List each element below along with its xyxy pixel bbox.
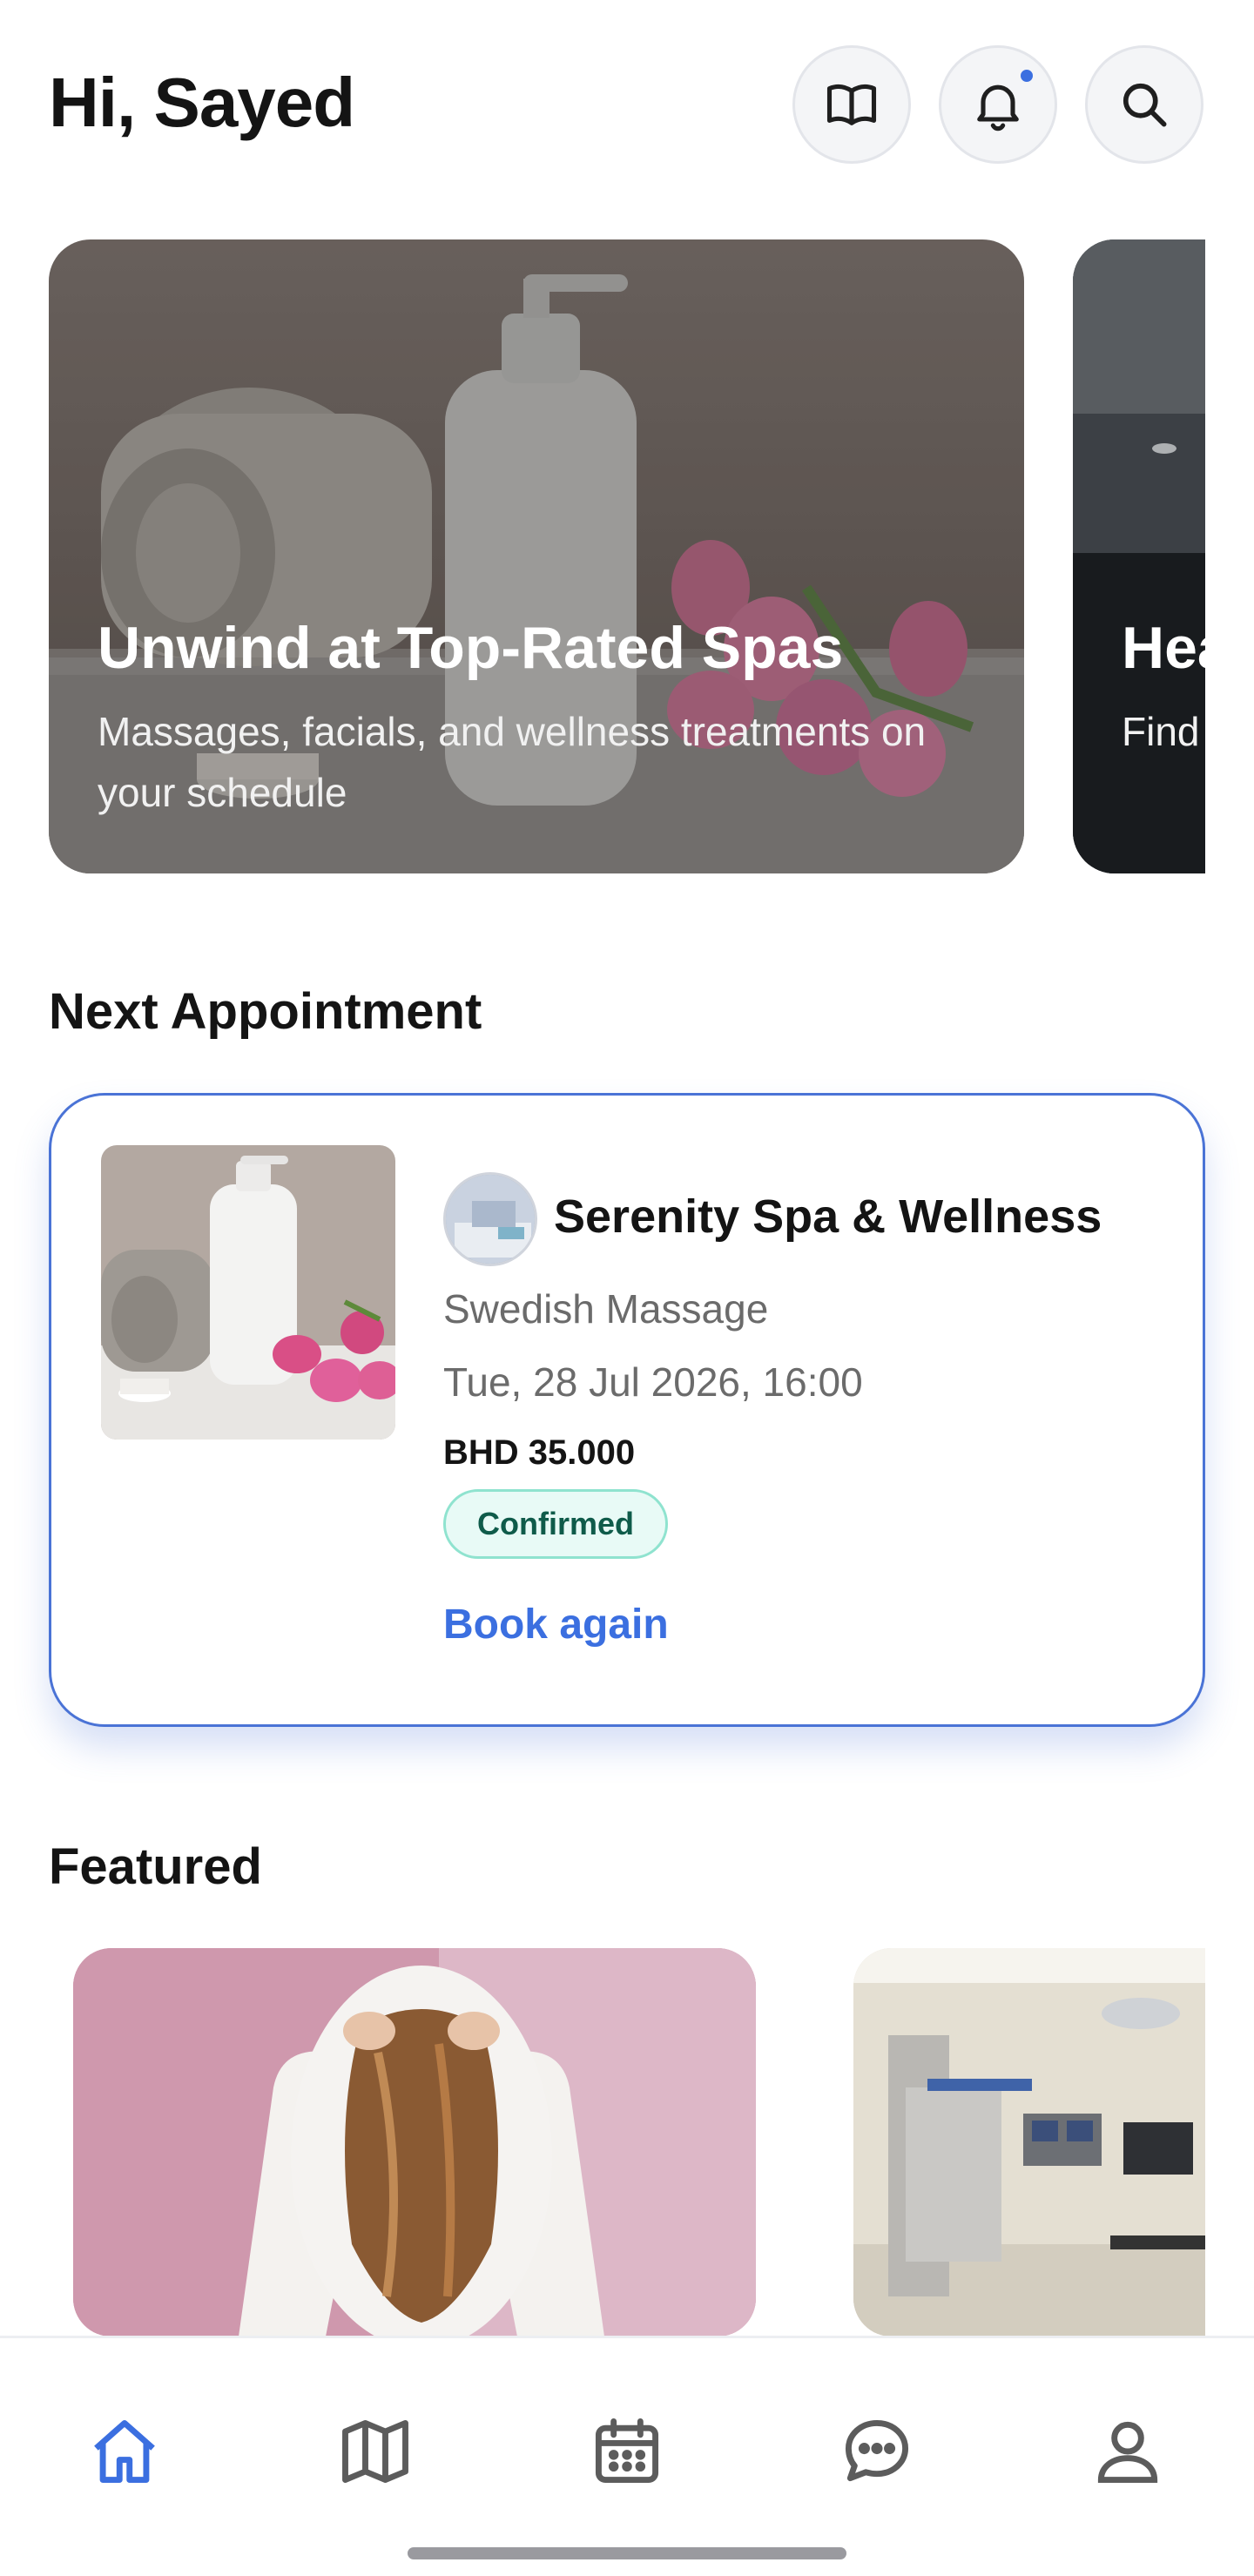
venue-avatar (443, 1172, 537, 1266)
map-icon (342, 2419, 408, 2484)
hero-title: Unwind at Top-Rated Spas (98, 615, 844, 681)
clinic-photo (1073, 239, 1205, 873)
appointment-card[interactable]: Serenity Spa & Wellness Swedish Massage … (49, 1093, 1205, 1727)
header: Hi, Sayed (49, 45, 1207, 167)
hero-subtitle: Massages, facials, and wellness treatmen… (98, 709, 927, 815)
hero-subtitle: Find revie (1122, 709, 1205, 754)
featured-card[interactable] (73, 1948, 756, 2337)
book-icon (826, 84, 877, 125)
operating-room-photo (853, 1948, 1205, 2337)
section-title-featured: Featured (49, 1838, 262, 1895)
nav-home[interactable] (77, 2404, 172, 2499)
search-button[interactable] (1085, 45, 1203, 164)
calendar-icon (595, 2418, 659, 2484)
nav-bookings[interactable] (579, 2404, 675, 2499)
status-badge: Confirmed (443, 1489, 668, 1559)
section-title-next-appointment: Next Appointment (49, 983, 482, 1040)
hair-care-photo (73, 1948, 756, 2337)
appointment-image (101, 1145, 395, 1440)
service-name: Swedish Massage (443, 1286, 769, 1332)
greeting: Hi, Sayed (49, 64, 355, 141)
hero-card-next[interactable]: Hea Find revie (1073, 239, 1205, 873)
guide-button[interactable] (792, 45, 911, 164)
chat-icon (845, 2419, 909, 2482)
notification-dot (1018, 67, 1035, 84)
bell-icon (977, 84, 1019, 131)
nav-map[interactable] (327, 2404, 423, 2499)
featured-card-next[interactable] (853, 1948, 1205, 2337)
search-icon (1123, 83, 1167, 127)
profile-icon (1097, 2421, 1158, 2484)
home-indicator (408, 2547, 846, 2559)
appointment-price: BHD 35.000 (443, 1433, 636, 1472)
hero-title: Hea (1122, 615, 1205, 681)
nav-messages[interactable] (829, 2404, 925, 2499)
appointment-datetime: Tue, 28 Jul 2026, 16:00 (443, 1359, 863, 1405)
notifications-button[interactable] (939, 45, 1057, 164)
book-again-button[interactable]: Book again (443, 1601, 669, 1649)
nav-profile[interactable] (1080, 2404, 1176, 2499)
home-icon (94, 2419, 155, 2484)
bottom-nav (0, 2336, 1254, 2576)
venue-name: Serenity Spa & Wellness (554, 1190, 1102, 1243)
hero-card[interactable]: Unwind at Top-Rated Spas Massages, facia… (49, 239, 1024, 873)
